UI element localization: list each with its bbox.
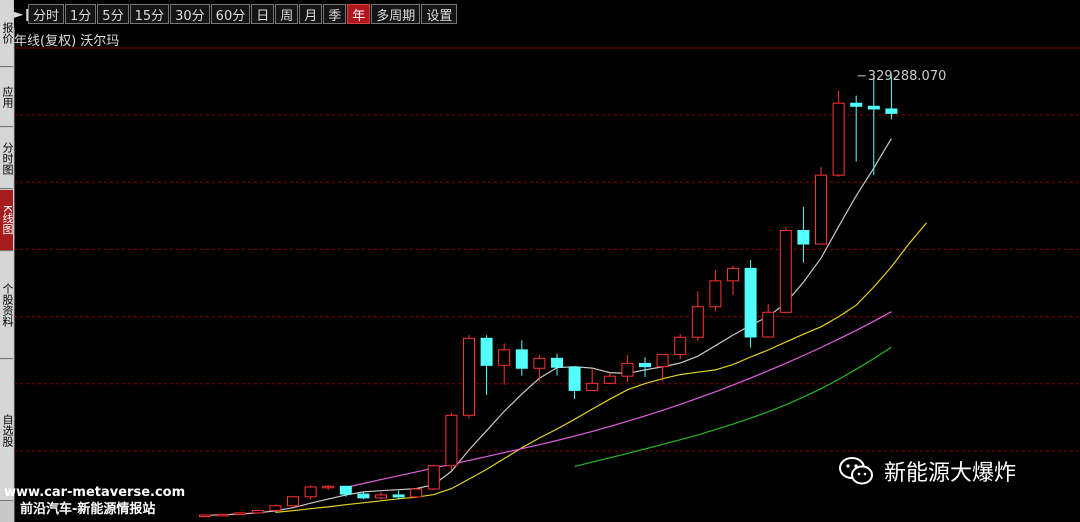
candle-34 [797,206,810,263]
candle-body [744,267,757,338]
candle-13 [427,464,440,491]
candle-body [709,280,722,308]
candle-body [727,267,739,282]
candle-12 [410,487,423,498]
candle-body [779,229,792,313]
candle-body [885,108,898,114]
max-price-label: 329288.070 [868,69,947,84]
candle-body [410,488,423,498]
candle-body [674,336,687,356]
candle-31 [744,259,757,348]
candle-body [216,513,229,517]
candle-24 [621,355,634,382]
candle-21 [568,366,581,400]
candle-body [304,486,317,498]
candle-body [533,357,546,369]
candle-8 [339,485,352,497]
candle-body [568,366,581,391]
candle-35 [815,167,827,245]
candle-body [480,337,493,366]
candle-body [357,493,370,499]
candle-body [339,485,352,495]
candle-1 [216,513,229,517]
candle-body [832,102,845,176]
candle-body [375,494,387,499]
candle-body [621,362,634,377]
candle-5 [287,495,299,507]
candle-body [867,105,880,110]
candle-4 [269,504,282,512]
candle-body [234,512,247,515]
brand-badge: 新能源大爆炸 [838,455,1016,487]
candle-17 [498,343,511,385]
candle-body [551,357,563,368]
candle-body [287,496,299,507]
candle-body [656,354,669,368]
ma-line-2 [275,222,928,513]
ma-line-3 [345,311,892,488]
candle-32 [762,303,775,338]
candle-body [322,485,335,489]
candle-33 [779,227,792,314]
candle-2 [234,512,247,515]
candle-22 [586,369,599,391]
candle-body [797,229,810,245]
candle-38 [867,75,880,176]
brand-name: 新能源大爆炸 [884,461,1017,486]
candle-body [199,514,211,518]
candle-25 [639,357,651,377]
candle-body [639,362,651,368]
candle-body [762,311,775,338]
candle-10 [375,492,387,500]
candle-23 [603,373,616,384]
candle-37 [850,95,863,162]
candle-body [691,306,704,338]
candle-body [498,349,511,366]
candle-15 [463,335,475,419]
watermark: www.car-metaverse.com 前沿汽车-新能源情报站 [4,484,185,518]
candle-29 [709,270,722,312]
candle-28 [691,291,704,341]
candle-20 [551,353,563,376]
candle-body [392,494,405,498]
candle-16 [480,335,493,395]
candle-body [251,509,264,514]
candle-3 [251,509,264,514]
candle-body [850,102,863,107]
candle-body [463,337,475,416]
candle-0 [199,514,211,518]
candle-body [269,505,282,511]
candle-14 [445,412,458,470]
candle-6 [304,485,317,500]
candle-body [515,349,528,369]
candle-36 [832,90,845,177]
candle-body [427,465,440,490]
candle-19 [533,355,546,382]
candle-body [603,375,616,384]
ma-line-1 [204,138,892,516]
candlestick-chart: 329288.070 [14,47,1080,518]
candle-27 [674,333,687,360]
watermark-site: www.car-metaverse.com [4,485,186,500]
candle-30 [727,265,739,295]
candle-body [445,414,458,467]
candle-7 [322,484,335,490]
candle-body [815,174,827,245]
wechat-icon [839,457,873,485]
candle-body [586,382,599,391]
candle-18 [515,340,528,376]
watermark-tagline: 前沿汽车-新能源情报站 [20,502,156,517]
